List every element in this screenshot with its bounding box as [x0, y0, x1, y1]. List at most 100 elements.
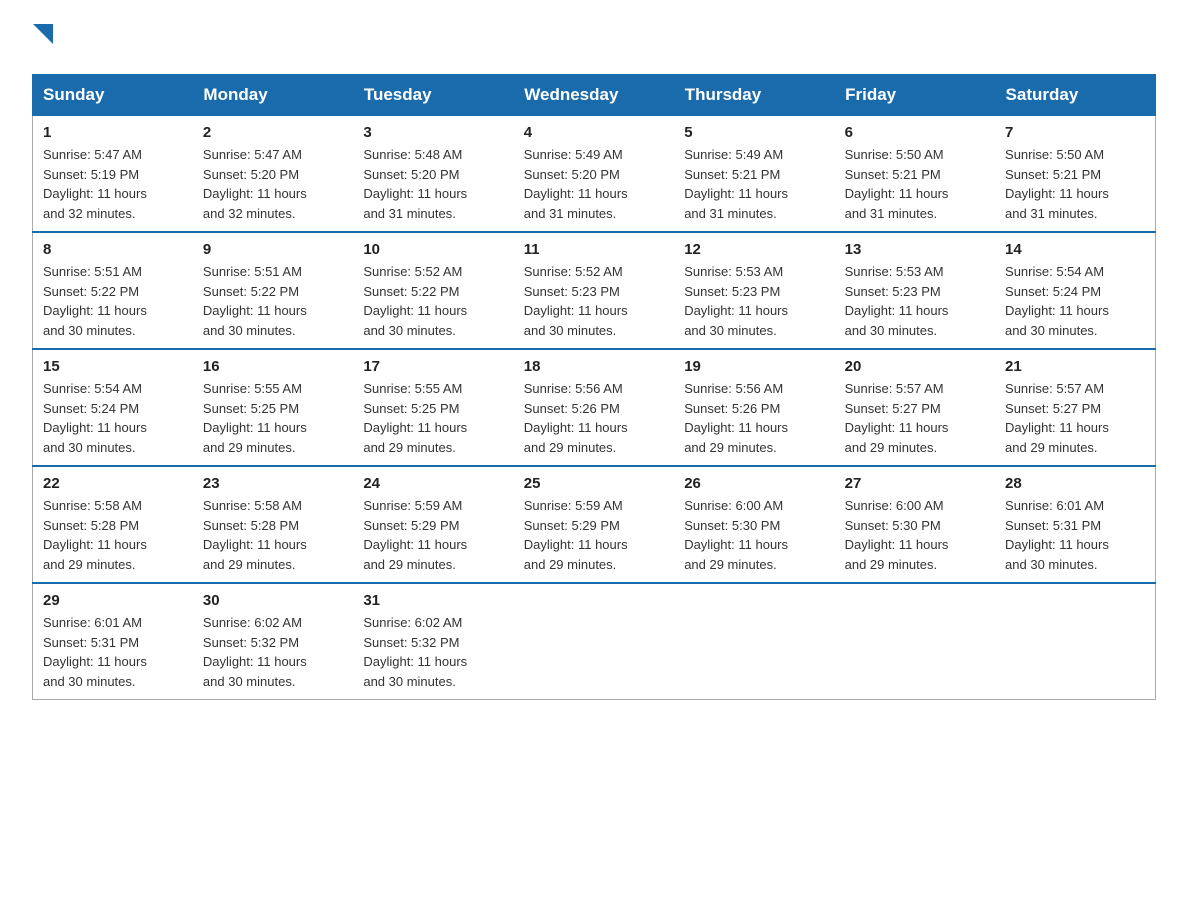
calendar-cell: 19 Sunrise: 5:56 AMSunset: 5:26 PMDayligh…: [674, 349, 834, 466]
calendar-cell: [674, 583, 834, 700]
day-info: Sunrise: 6:01 AMSunset: 5:31 PMDaylight:…: [1005, 496, 1145, 574]
calendar-cell: 15 Sunrise: 5:54 AMSunset: 5:24 PMDayligh…: [33, 349, 193, 466]
day-info: Sunrise: 5:49 AMSunset: 5:21 PMDaylight:…: [684, 145, 824, 223]
day-number: 19: [684, 358, 824, 375]
day-number: 4: [524, 124, 664, 141]
calendar-cell: 23 Sunrise: 5:58 AMSunset: 5:28 PMDayligh…: [193, 466, 353, 583]
day-info: Sunrise: 5:54 AMSunset: 5:24 PMDaylight:…: [1005, 262, 1145, 340]
day-info: Sunrise: 5:54 AMSunset: 5:24 PMDaylight:…: [43, 379, 183, 457]
day-info: Sunrise: 5:58 AMSunset: 5:28 PMDaylight:…: [43, 496, 183, 574]
calendar-cell: 22 Sunrise: 5:58 AMSunset: 5:28 PMDayligh…: [33, 466, 193, 583]
day-number: 24: [363, 475, 503, 492]
calendar-cell: 13Sunrise: 5:53 AMSunset: 5:23 PMDayligh…: [835, 232, 995, 349]
calendar-cell: 31Sunrise: 6:02 AMSunset: 5:32 PMDayligh…: [353, 583, 513, 700]
day-info: Sunrise: 5:57 AMSunset: 5:27 PMDaylight:…: [1005, 379, 1145, 457]
calendar-cell: [835, 583, 995, 700]
weekday-header-sunday: Sunday: [33, 75, 193, 116]
day-info: Sunrise: 5:55 AMSunset: 5:25 PMDaylight:…: [203, 379, 343, 457]
day-number: 1: [43, 124, 183, 141]
calendar-week-row: 22 Sunrise: 5:58 AMSunset: 5:28 PMDayligh…: [33, 466, 1156, 583]
day-info: Sunrise: 5:53 AMSunset: 5:23 PMDaylight:…: [845, 262, 985, 340]
calendar-cell: 26 Sunrise: 6:00 AMSunset: 5:30 PMDayligh…: [674, 466, 834, 583]
day-info: Sunrise: 6:02 AMSunset: 5:32 PMDaylight:…: [203, 613, 343, 691]
calendar-table: SundayMondayTuesdayWednesdayThursdayFrid…: [32, 74, 1156, 700]
calendar-cell: 12Sunrise: 5:53 AMSunset: 5:23 PMDayligh…: [674, 232, 834, 349]
day-number: 23: [203, 475, 343, 492]
calendar-cell: 11 Sunrise: 5:52 AMSunset: 5:23 PMDayligh…: [514, 232, 674, 349]
calendar-cell: 27Sunrise: 6:00 AMSunset: 5:30 PMDayligh…: [835, 466, 995, 583]
calendar-cell: 17Sunrise: 5:55 AMSunset: 5:25 PMDayligh…: [353, 349, 513, 466]
day-info: Sunrise: 5:52 AMSunset: 5:23 PMDaylight:…: [524, 262, 664, 340]
day-info: Sunrise: 6:00 AMSunset: 5:30 PMDaylight:…: [684, 496, 824, 574]
day-number: 15: [43, 358, 183, 375]
calendar-cell: 5 Sunrise: 5:49 AMSunset: 5:21 PMDaylight…: [674, 116, 834, 233]
day-number: 16: [203, 358, 343, 375]
day-info: Sunrise: 5:58 AMSunset: 5:28 PMDaylight:…: [203, 496, 343, 574]
calendar-cell: 1 Sunrise: 5:47 AMSunset: 5:19 PMDaylight…: [33, 116, 193, 233]
day-number: 18: [524, 358, 664, 375]
calendar-cell: [514, 583, 674, 700]
weekday-header-wednesday: Wednesday: [514, 75, 674, 116]
weekday-header-monday: Monday: [193, 75, 353, 116]
day-info: Sunrise: 5:59 AMSunset: 5:29 PMDaylight:…: [524, 496, 664, 574]
days-of-week-header: SundayMondayTuesdayWednesdayThursdayFrid…: [33, 75, 1156, 116]
calendar-cell: [995, 583, 1155, 700]
day-number: 22: [43, 475, 183, 492]
day-number: 29: [43, 592, 183, 609]
logo: [32, 24, 53, 56]
day-number: 21: [1005, 358, 1145, 375]
day-number: 2: [203, 124, 343, 141]
calendar-cell: 25 Sunrise: 5:59 AMSunset: 5:29 PMDayligh…: [514, 466, 674, 583]
day-number: 5: [684, 124, 824, 141]
calendar-cell: 21 Sunrise: 5:57 AMSunset: 5:27 PMDayligh…: [995, 349, 1155, 466]
calendar-cell: 28 Sunrise: 6:01 AMSunset: 5:31 PMDayligh…: [995, 466, 1155, 583]
day-number: 11: [524, 241, 664, 258]
calendar-cell: 16 Sunrise: 5:55 AMSunset: 5:25 PMDayligh…: [193, 349, 353, 466]
day-info: Sunrise: 5:51 AMSunset: 5:22 PMDaylight:…: [43, 262, 183, 340]
calendar-cell: 4 Sunrise: 5:49 AMSunset: 5:20 PMDaylight…: [514, 116, 674, 233]
weekday-header-saturday: Saturday: [995, 75, 1155, 116]
day-number: 14: [1005, 241, 1145, 258]
day-number: 10: [363, 241, 503, 258]
calendar-week-row: 8Sunrise: 5:51 AMSunset: 5:22 PMDaylight…: [33, 232, 1156, 349]
calendar-cell: 14 Sunrise: 5:54 AMSunset: 5:24 PMDayligh…: [995, 232, 1155, 349]
calendar-cell: 10 Sunrise: 5:52 AMSunset: 5:22 PMDayligh…: [353, 232, 513, 349]
day-number: 3: [363, 124, 503, 141]
calendar-week-row: 15 Sunrise: 5:54 AMSunset: 5:24 PMDayligh…: [33, 349, 1156, 466]
weekday-header-tuesday: Tuesday: [353, 75, 513, 116]
calendar-cell: 2Sunrise: 5:47 AMSunset: 5:20 PMDaylight…: [193, 116, 353, 233]
calendar-week-row: 29 Sunrise: 6:01 AMSunset: 5:31 PMDayligh…: [33, 583, 1156, 700]
day-info: Sunrise: 5:49 AMSunset: 5:20 PMDaylight:…: [524, 145, 664, 223]
day-info: Sunrise: 6:00 AMSunset: 5:30 PMDaylight:…: [845, 496, 985, 574]
day-number: 20: [845, 358, 985, 375]
calendar-cell: 18 Sunrise: 5:56 AMSunset: 5:26 PMDayligh…: [514, 349, 674, 466]
day-info: Sunrise: 5:59 AMSunset: 5:29 PMDaylight:…: [363, 496, 503, 574]
day-info: Sunrise: 5:47 AMSunset: 5:19 PMDaylight:…: [43, 145, 183, 223]
day-info: Sunrise: 5:52 AMSunset: 5:22 PMDaylight:…: [363, 262, 503, 340]
calendar-cell: 24 Sunrise: 5:59 AMSunset: 5:29 PMDayligh…: [353, 466, 513, 583]
calendar-cell: 6Sunrise: 5:50 AMSunset: 5:21 PMDaylight…: [835, 116, 995, 233]
day-info: Sunrise: 5:48 AMSunset: 5:20 PMDaylight:…: [363, 145, 503, 223]
calendar-cell: 9 Sunrise: 5:51 AMSunset: 5:22 PMDaylight…: [193, 232, 353, 349]
day-number: 31: [363, 592, 503, 609]
day-info: Sunrise: 5:50 AMSunset: 5:21 PMDaylight:…: [845, 145, 985, 223]
day-info: Sunrise: 5:57 AMSunset: 5:27 PMDaylight:…: [845, 379, 985, 457]
day-info: Sunrise: 5:56 AMSunset: 5:26 PMDaylight:…: [524, 379, 664, 457]
day-number: 12: [684, 241, 824, 258]
logo-triangle-icon: [33, 24, 53, 52]
day-number: 26: [684, 475, 824, 492]
calendar-cell: 29 Sunrise: 6:01 AMSunset: 5:31 PMDayligh…: [33, 583, 193, 700]
day-number: 28: [1005, 475, 1145, 492]
day-number: 7: [1005, 124, 1145, 141]
weekday-header-thursday: Thursday: [674, 75, 834, 116]
day-number: 9: [203, 241, 343, 258]
calendar-cell: 3 Sunrise: 5:48 AMSunset: 5:20 PMDaylight…: [353, 116, 513, 233]
day-info: Sunrise: 5:56 AMSunset: 5:26 PMDaylight:…: [684, 379, 824, 457]
calendar-cell: 7Sunrise: 5:50 AMSunset: 5:21 PMDaylight…: [995, 116, 1155, 233]
day-number: 30: [203, 592, 343, 609]
day-number: 25: [524, 475, 664, 492]
calendar-week-row: 1 Sunrise: 5:47 AMSunset: 5:19 PMDaylight…: [33, 116, 1156, 233]
day-info: Sunrise: 6:01 AMSunset: 5:31 PMDaylight:…: [43, 613, 183, 691]
calendar-cell: 30 Sunrise: 6:02 AMSunset: 5:32 PMDayligh…: [193, 583, 353, 700]
day-info: Sunrise: 5:51 AMSunset: 5:22 PMDaylight:…: [203, 262, 343, 340]
